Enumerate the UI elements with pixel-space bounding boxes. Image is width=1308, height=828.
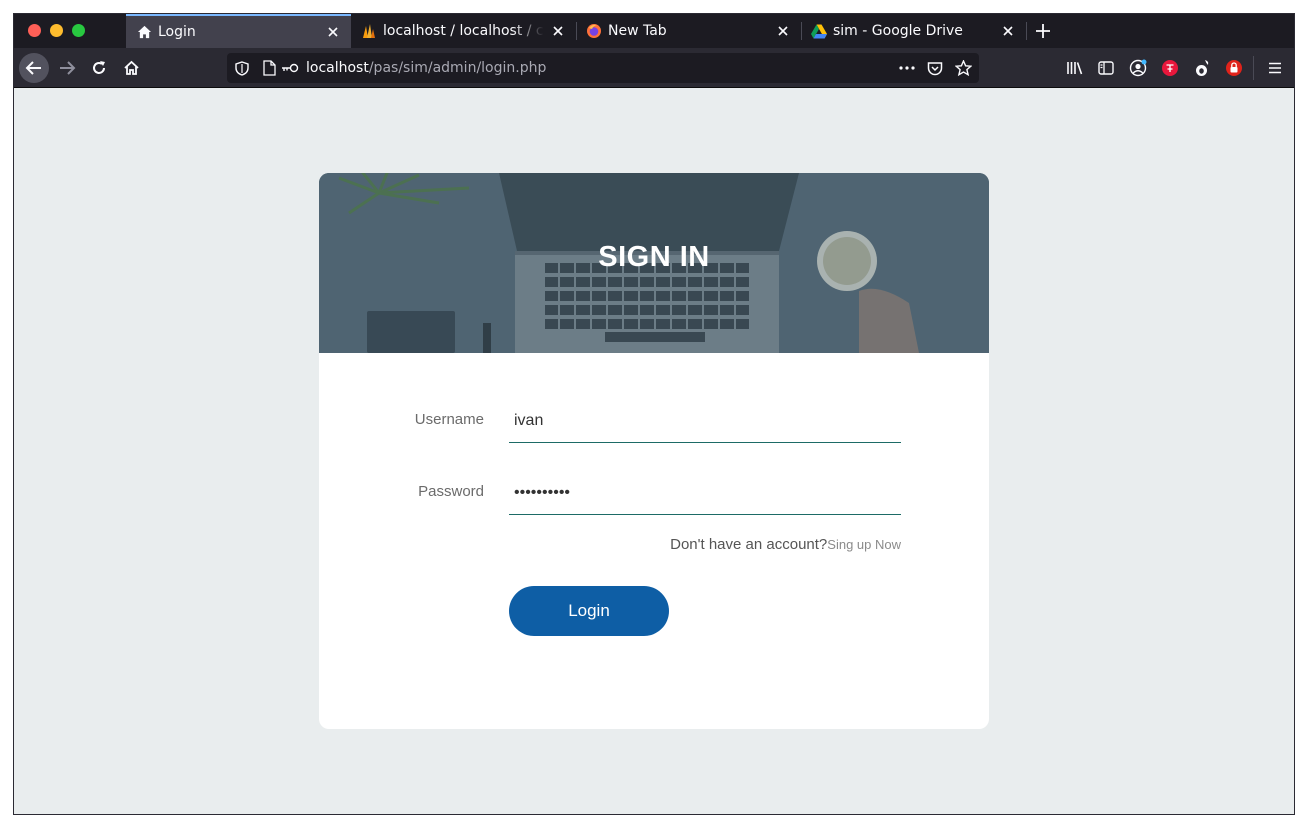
window-close-button[interactable] [28,24,41,37]
close-icon[interactable] [550,23,566,39]
tab-new-tab[interactable]: New Tab [576,14,801,48]
account-icon[interactable] [1128,58,1148,78]
url-text: localhost/pas/sim/admin/login.php [306,60,546,76]
username-row: Username [319,399,989,443]
tab-login[interactable]: Login [126,14,351,48]
key-icon[interactable] [281,59,299,77]
toolbar-separator [1253,56,1254,80]
address-bar[interactable]: localhost/pas/sim/admin/login.php [227,53,979,83]
sidebar-icon[interactable] [1096,58,1116,78]
signup-link[interactable]: Sing up Now [827,537,901,552]
arrow-left-icon [25,61,41,75]
home-icon [136,24,152,40]
tab-separator [1026,22,1027,40]
pocket-icon[interactable] [926,59,944,77]
forward-button[interactable] [52,53,82,83]
translate-extension-icon[interactable] [1160,58,1180,78]
tab-title: sim - Google Drive [833,23,963,39]
tab-title: New Tab [608,23,667,39]
username-label: Username [414,411,484,428]
password-label: Password [418,483,484,500]
bookmark-star-icon[interactable] [954,59,972,77]
login-button[interactable]: Login [509,586,669,636]
hero-banner: SIGN IN [319,173,989,353]
username-input[interactable] [509,399,901,443]
reload-icon [93,61,105,74]
tab-phpmyadmin[interactable]: localhost / localhost / cru [351,14,576,48]
plus-icon [1036,24,1050,38]
password-row: Password [319,471,989,515]
window-maximize-button[interactable] [72,24,85,37]
firefox-icon [586,23,602,39]
browser-window: Login localhost / localhost / cru New Ta… [13,13,1295,815]
lock-extension-icon[interactable] [1224,58,1244,78]
page-icon[interactable] [260,59,278,77]
nav-toolbar: localhost/pas/sim/admin/login.php [14,48,1294,88]
gnome-extension-icon[interactable] [1192,58,1212,78]
password-input[interactable] [509,471,901,515]
login-card: SIGN IN Username Password Don't have an … [319,173,989,729]
signup-prompt: Don't have an account? [670,536,828,553]
reload-button[interactable] [84,53,114,83]
library-icon[interactable] [1064,58,1084,78]
tab-title: localhost / localhost / cru [383,23,544,39]
home-button[interactable] [116,53,146,83]
home-icon [123,60,139,75]
new-tab-button[interactable] [1032,20,1054,42]
tab-google-drive[interactable]: sim - Google Drive [801,14,1026,48]
arrow-right-icon [60,61,76,75]
google-drive-icon [811,23,827,39]
url-path: /pas/sim/admin/login.php [368,60,547,76]
sign-in-heading: SIGN IN [598,241,710,273]
close-icon[interactable] [775,23,791,39]
url-host: localhost [306,60,369,76]
tab-title: Login [158,24,196,40]
back-button[interactable] [19,53,49,83]
close-icon[interactable] [325,24,341,40]
signup-prompt-line: Don't have an account?Sing up Now [670,536,901,553]
page-viewport: SIGN IN Username Password Don't have an … [14,88,1294,814]
phpmyadmin-icon [361,23,377,39]
shield-icon[interactable] [233,59,251,77]
more-actions-icon[interactable] [898,59,916,77]
close-icon[interactable] [1000,23,1016,39]
tab-strip: Login localhost / localhost / cru New Ta… [14,14,1294,48]
hamburger-menu-icon[interactable] [1265,58,1285,78]
window-minimize-button[interactable] [50,24,63,37]
